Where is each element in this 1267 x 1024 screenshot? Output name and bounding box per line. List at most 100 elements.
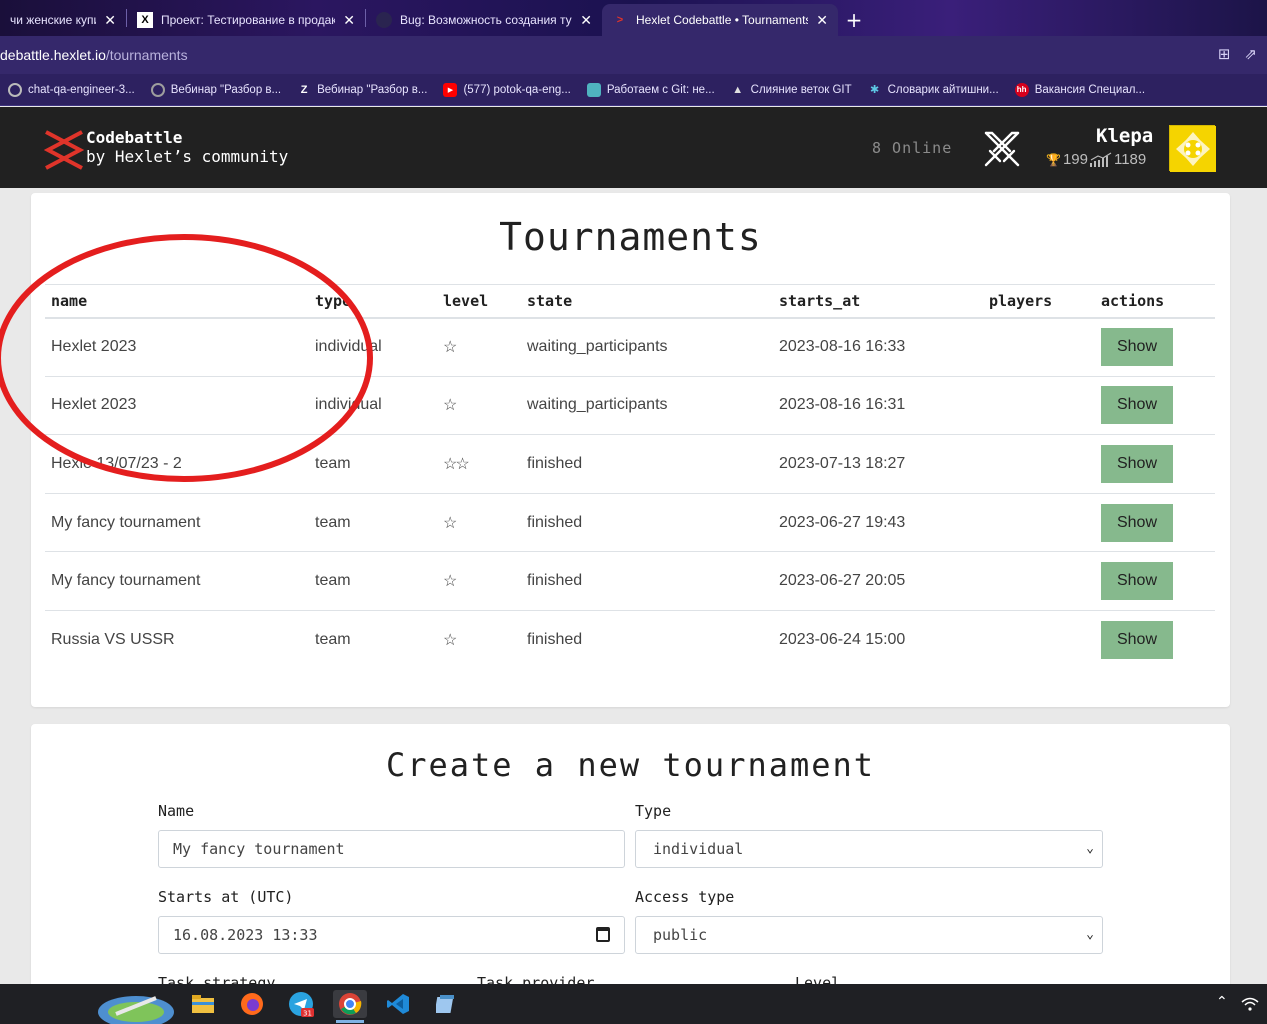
bookmark-item[interactable]: ▶ (577) potok-qa-eng...: [435, 82, 578, 97]
table-row: Russia VS USSR team ☆ finished 2023-06-2…: [45, 609, 1215, 670]
trophy-count: 199: [1062, 151, 1088, 168]
annotation-circle: [0, 234, 373, 482]
actions-cell: Show: [1095, 317, 1215, 377]
codebattle-favicon-icon: >: [616, 14, 624, 26]
level-star-icon: ☆: [437, 375, 521, 435]
browser-tab-strip: чи женские купит ✕ X Проект: Тестировани…: [0, 0, 1267, 36]
bookmark-item[interactable]: Работаем с Git: не...: [579, 82, 723, 97]
name-input[interactable]: My fancy tournament: [158, 830, 625, 868]
tournament-state: finished: [521, 492, 773, 552]
wifi-icon[interactable]: [1241, 996, 1259, 1012]
windows-icon[interactable]: [96, 988, 176, 1024]
url-path: /tournaments: [105, 47, 188, 63]
translate-icon[interactable]: ⊞: [1218, 45, 1231, 63]
address-bar[interactable]: debattle.hexlet.io/tournaments ⊞ ⇗: [0, 36, 1267, 74]
browser-tab[interactable]: X Проект: Тестирование в продак ✕: [127, 4, 365, 36]
url-host: debattle.hexlet.io: [0, 47, 106, 63]
new-tab-button[interactable]: +: [838, 4, 870, 36]
tournament-players: [983, 551, 1095, 611]
browser-tab[interactable]: чи женские купит ✕: [0, 4, 126, 36]
tournament-players: [983, 317, 1095, 377]
codebattle-logo-icon[interactable]: [44, 128, 84, 172]
snow-icon: ✱: [870, 84, 880, 96]
browser-tab-active[interactable]: > Hexlet Codebattle • Tournaments ✕: [602, 4, 838, 36]
share-icon[interactable]: ⇗: [1244, 45, 1257, 63]
bookmarks-bar: chat-qa-engineer-3... Вебинар "Разбор в.…: [0, 74, 1267, 106]
brand-text[interactable]: Codebattle by Hexlet’s community: [86, 128, 288, 166]
chevron-up-icon[interactable]: ⌃: [1216, 994, 1228, 1010]
user-name[interactable]: Klepa: [1096, 125, 1153, 147]
trophy-icon: 🏆: [1046, 152, 1061, 167]
tournament-state: finished: [521, 551, 773, 611]
bookmark-label: Вебинар "Разбор в...: [170, 83, 282, 96]
name-label: Name: [158, 802, 195, 820]
bookmark-item[interactable]: ✱ Словарик айтишни...: [860, 83, 1007, 97]
calendar-icon[interactable]: [596, 927, 610, 942]
browser-tab[interactable]: Bug: Возможность создания тур ✕: [366, 4, 602, 36]
bookmark-label: (577) potok-qa-eng...: [463, 83, 571, 96]
close-icon[interactable]: ✕: [580, 12, 592, 29]
bookmark-item[interactable]: hh Вакансия Специал...: [1007, 82, 1153, 97]
book-icon: [586, 82, 601, 97]
tournament-state: waiting_participants: [521, 317, 773, 377]
tab-title: Bug: Возможность создания тур: [400, 13, 573, 27]
hh-icon: hh: [1014, 82, 1029, 97]
rating-chart-icon: [1089, 151, 1112, 167]
address-bar-actions: ⊞ ⇗: [1218, 45, 1257, 63]
type-label: Type: [635, 802, 672, 820]
tournament-name: My fancy tournament: [45, 492, 309, 552]
brand-name: Codebattle: [86, 128, 183, 147]
close-icon[interactable]: ✕: [816, 12, 828, 29]
column-header-players: players: [983, 284, 1095, 319]
show-button[interactable]: Show: [1101, 444, 1173, 483]
show-button[interactable]: Show: [1101, 328, 1173, 367]
bookmark-item[interactable]: chat-qa-engineer-3...: [0, 82, 143, 97]
close-icon[interactable]: ✕: [104, 12, 116, 29]
crossed-swords-icon[interactable]: [980, 127, 1024, 171]
chevron-down-icon: ⌄: [1086, 927, 1094, 942]
notepad-icon[interactable]: [432, 990, 462, 1018]
close-icon[interactable]: ✕: [343, 12, 355, 29]
globe-icon: [8, 82, 22, 97]
tab-title: Проект: Тестирование в продак: [161, 13, 336, 27]
explorer-icon[interactable]: [188, 990, 218, 1018]
tournament-type: team: [309, 609, 437, 670]
show-button[interactable]: Show: [1101, 562, 1173, 601]
tournament-name: My fancy tournament: [45, 551, 309, 611]
user-stats: 🏆 199 1189: [1046, 151, 1146, 168]
tournament-name: Russia VS USSR: [45, 609, 309, 670]
show-button[interactable]: Show: [1101, 621, 1173, 660]
tournament-players: [983, 375, 1095, 435]
avatar[interactable]: [1169, 125, 1216, 172]
column-header-actions: actions: [1095, 284, 1215, 319]
tournament-starts-at: 2023-06-27 19:43: [773, 492, 983, 552]
tab-title: чи женские купит: [10, 13, 97, 27]
starts-at-input[interactable]: 16.08.2023 13:33: [158, 916, 625, 954]
type-select[interactable]: individual ⌄: [635, 830, 1103, 868]
bookmark-label: Вакансия Специал...: [1034, 83, 1146, 96]
telegram-icon[interactable]: 31: [286, 990, 316, 1018]
site-header: Codebattle by Hexlet’s community 8 Onlin…: [0, 107, 1267, 188]
chrome-icon[interactable]: [333, 990, 367, 1018]
level-star-icon: ☆: [437, 551, 521, 611]
vscode-icon[interactable]: [383, 990, 413, 1018]
bookmark-item[interactable]: Z Вебинар "Разбор в...: [289, 83, 435, 97]
show-button[interactable]: Show: [1101, 503, 1173, 542]
bookmark-item[interactable]: ▲ Слияние веток GIT: [723, 83, 860, 97]
firefox-icon[interactable]: [237, 990, 267, 1018]
actions-cell: Show: [1095, 492, 1215, 552]
telegram-badge: 31: [303, 1010, 312, 1018]
x-favicon-icon: X: [137, 12, 153, 28]
tournament-state: waiting_participants: [521, 375, 773, 435]
level-star-icon: ☆: [437, 492, 521, 552]
bookmark-label: Работаем с Git: не...: [606, 83, 715, 96]
actions-cell: Show: [1095, 375, 1215, 435]
access-type-select[interactable]: public ⌄: [635, 916, 1103, 954]
url-text[interactable]: debattle.hexlet.io/tournaments: [0, 47, 188, 63]
bookmark-item[interactable]: Вебинар "Разбор в...: [143, 82, 289, 97]
level-star-icon: ☆: [437, 317, 521, 377]
show-button[interactable]: Show: [1101, 386, 1173, 425]
online-count[interactable]: 8 Online: [872, 139, 952, 157]
column-header-starts-at: starts_at: [773, 284, 983, 319]
actions-cell: Show: [1095, 609, 1215, 670]
